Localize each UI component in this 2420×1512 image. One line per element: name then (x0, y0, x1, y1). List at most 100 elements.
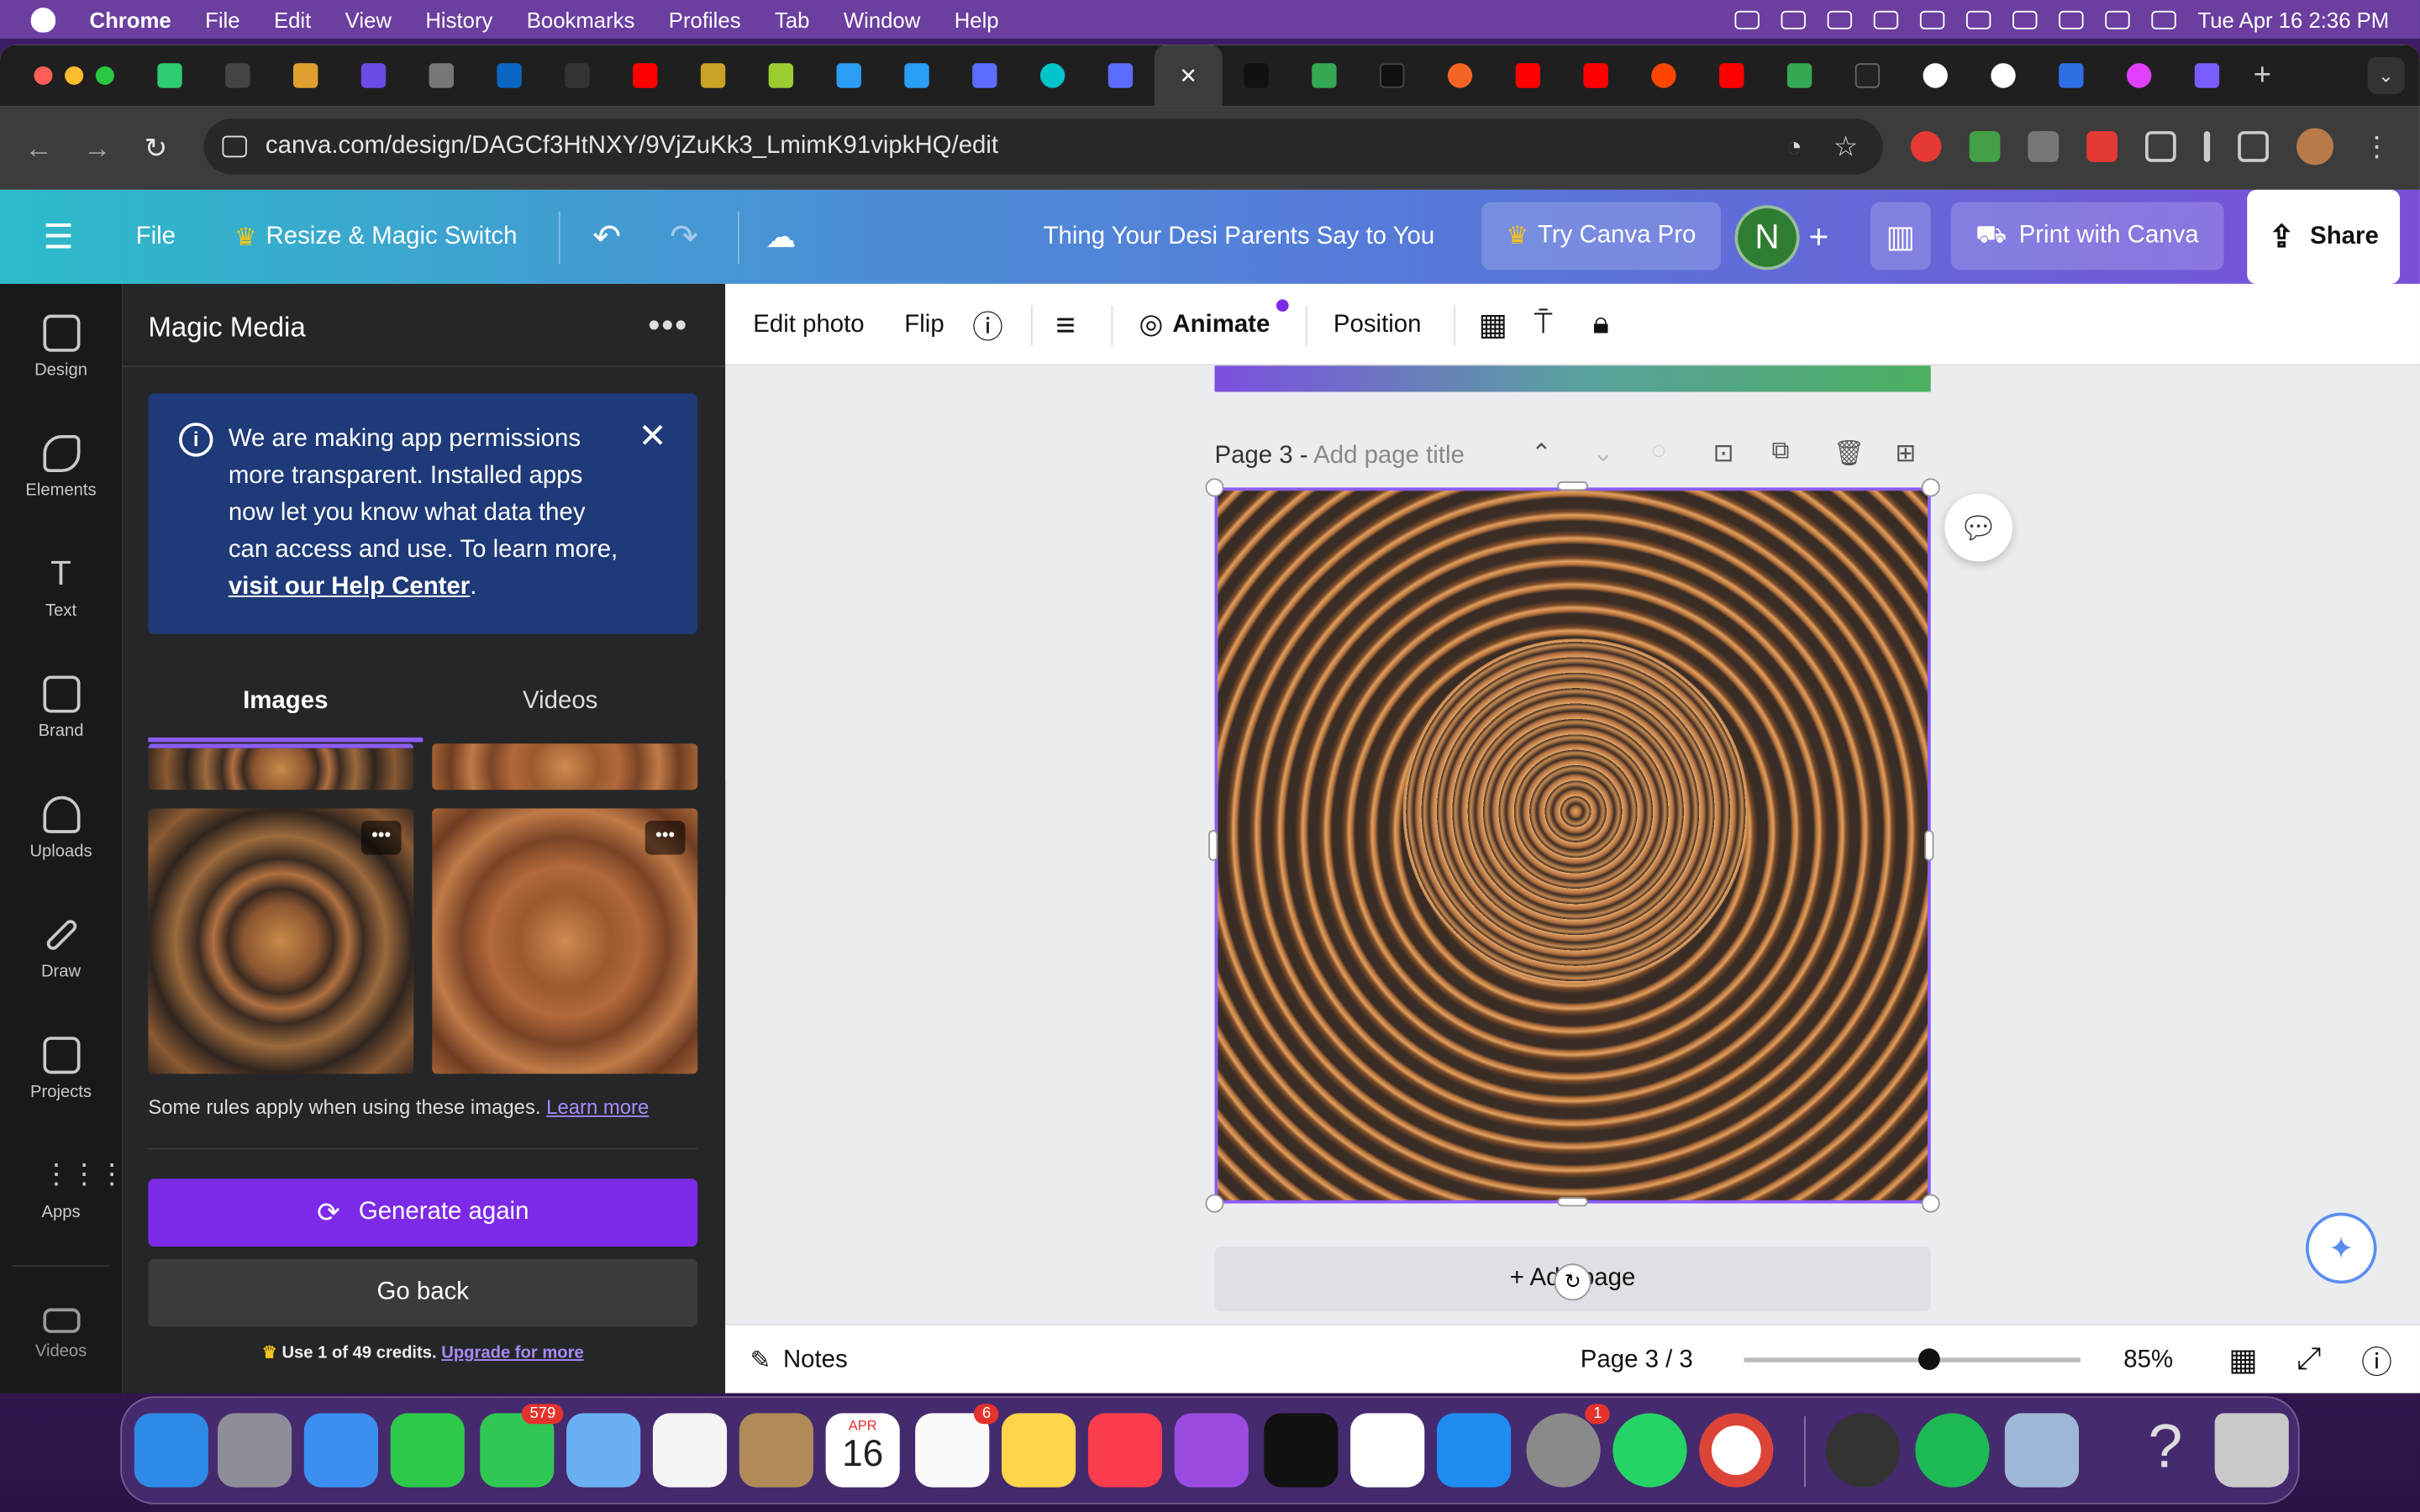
extension-icon[interactable] (1969, 131, 2001, 162)
tab[interactable] (339, 45, 408, 106)
extension-icon[interactable] (1910, 131, 1942, 162)
url-bar[interactable]: canva.com/design/DAGCf3HtNXY/9VjZuKk3_Lm… (203, 118, 1883, 175)
thumbnail-more-icon[interactable]: ••• (644, 821, 686, 855)
back-arrow-icon[interactable]: ← (9, 132, 68, 165)
launchpad-icon[interactable] (217, 1413, 292, 1488)
chevron-up-icon[interactable]: ⌃ (1531, 438, 1552, 470)
invite-plus-icon[interactable]: + (1809, 190, 1829, 284)
flip-button[interactable]: Flip (904, 284, 944, 365)
notes-button[interactable]: ✎ Notes (750, 1326, 848, 1394)
tab[interactable] (1970, 45, 2038, 106)
bookmark-star-icon[interactable]: ☆ (1833, 130, 1859, 163)
profile-avatar[interactable] (2296, 128, 2334, 165)
lock-icon[interactable]: 🔒︎ (1592, 284, 1609, 365)
tab[interactable] (1290, 45, 1358, 106)
duplicate-page-icon[interactable]: ⧉ (1772, 438, 1790, 466)
thumbnail-more-icon[interactable]: ••• (360, 821, 402, 855)
keyboard-icon[interactable] (1873, 9, 1899, 29)
tab[interactable] (2105, 45, 2173, 106)
siri-icon[interactable] (2151, 9, 2176, 29)
tab[interactable] (1765, 45, 1833, 106)
rail-item-videos[interactable]: Videos (0, 1308, 122, 1361)
extension-icon[interactable] (2028, 131, 2060, 162)
resize-handle[interactable] (1557, 1197, 1588, 1207)
chrome-icon[interactable] (1699, 1413, 1774, 1488)
tab[interactable] (1086, 45, 1155, 106)
new-tab-button[interactable]: + (2254, 58, 2271, 93)
tab[interactable] (1018, 45, 1086, 106)
edit-photo-button[interactable]: Edit photo (753, 284, 864, 365)
zoom-slider-thumb[interactable] (1918, 1348, 1940, 1370)
menu-profiles[interactable]: Profiles (669, 7, 741, 31)
apple-tv-icon[interactable] (1264, 1413, 1339, 1488)
tab[interactable] (544, 45, 612, 106)
spotify-icon[interactable] (1915, 1413, 1990, 1488)
help-icon[interactable]: ⓘ (2361, 1326, 2392, 1394)
extension-icon[interactable] (2086, 131, 2118, 162)
previous-page-preview[interactable] (1214, 365, 1931, 392)
facetime-icon[interactable] (390, 1413, 465, 1488)
rail-item-elements[interactable]: Elements (0, 434, 122, 500)
hide-page-icon[interactable]: ◌ (1651, 438, 1665, 466)
tab[interactable] (1494, 45, 1562, 106)
maps-icon[interactable] (566, 1413, 641, 1488)
add-comment-icon[interactable]: 💬︎ (1944, 493, 2013, 562)
rail-item-apps[interactable]: ⋮⋮⋮ Apps (0, 1158, 126, 1221)
play-icon[interactable] (1827, 9, 1853, 29)
tab[interactable] (1223, 45, 1291, 106)
system-settings-icon[interactable]: 1 (1526, 1404, 1610, 1488)
resize-magic-switch-button[interactable]: ♛ Resize & Magic Switch (234, 190, 517, 284)
apple-icon[interactable] (30, 7, 56, 32)
grid-view-icon[interactable]: ▦ (2228, 1326, 2258, 1394)
photos-icon[interactable] (652, 1413, 728, 1488)
contacts-icon[interactable] (739, 1413, 813, 1488)
zoom-level[interactable]: 85% (2123, 1326, 2173, 1394)
generated-image-thumbnail[interactable] (432, 743, 698, 790)
rail-item-draw[interactable]: Draw (0, 916, 122, 981)
zoom-window-button[interactable] (95, 66, 114, 86)
share-button[interactable]: ⇪ Share (2247, 189, 2401, 284)
tab[interactable] (271, 45, 339, 106)
app-store-icon[interactable] (1436, 1413, 1512, 1488)
calendar-icon[interactable]: APR 16 (825, 1413, 900, 1488)
bluetooth-icon[interactable] (1919, 9, 1945, 29)
rail-item-uploads[interactable]: Uploads (0, 795, 122, 861)
page-indicator[interactable]: Page 3 / 3 (1581, 1326, 1693, 1394)
menu-app-name[interactable]: Chrome (90, 7, 171, 31)
info-icon[interactable]: ⓘ (972, 284, 1003, 365)
reminders-icon[interactable]: 6 (915, 1404, 999, 1488)
resize-handle[interactable] (1924, 830, 1934, 861)
mail-icon[interactable] (303, 1413, 378, 1488)
resize-handle[interactable] (1921, 1194, 1940, 1213)
resize-handle[interactable] (1921, 478, 1940, 497)
generated-image-thumbnail[interactable]: ••• (148, 808, 414, 1074)
sync-icon[interactable] (1781, 9, 1806, 29)
news-icon[interactable] (1350, 1413, 1425, 1488)
tab[interactable] (1426, 45, 1494, 106)
reload-icon[interactable]: ↻ (127, 132, 186, 165)
rail-item-text[interactable]: T Text (0, 554, 122, 620)
url-text[interactable]: canva.com/design/DAGCf3HtNXY/9VjZuKk3_Lm… (266, 133, 998, 160)
menu-edit[interactable]: Edit (274, 7, 311, 31)
menu-help[interactable]: Help (955, 7, 999, 31)
lock-page-icon[interactable]: ⊡ (1713, 438, 1734, 470)
tab[interactable] (883, 45, 951, 106)
battery-icon[interactable] (1965, 9, 1991, 29)
resize-handle[interactable] (1557, 481, 1588, 491)
position-button[interactable]: Position (1334, 284, 1422, 365)
menu-history[interactable]: History (425, 7, 492, 31)
resize-handle[interactable] (1205, 478, 1224, 497)
menu-window[interactable]: Window (844, 7, 920, 31)
file-menu-button[interactable]: File (136, 190, 176, 284)
site-settings-icon[interactable] (222, 135, 247, 158)
print-with-canva-button[interactable]: ⛟ Print with Canva (1950, 202, 2224, 270)
rail-item-design[interactable]: Design (0, 314, 122, 380)
finder-icon[interactable] (134, 1413, 208, 1488)
insights-chart-icon[interactable]: ▥ (1870, 202, 1931, 270)
menu-tab[interactable]: Tab (775, 7, 809, 31)
minimize-window-button[interactable] (65, 66, 84, 86)
notes-app-icon[interactable] (1002, 1413, 1076, 1488)
resize-handle[interactable] (1208, 830, 1218, 861)
active-tab[interactable]: ✕ (1154, 45, 1223, 107)
zoom-slider[interactable] (1744, 1357, 2081, 1362)
